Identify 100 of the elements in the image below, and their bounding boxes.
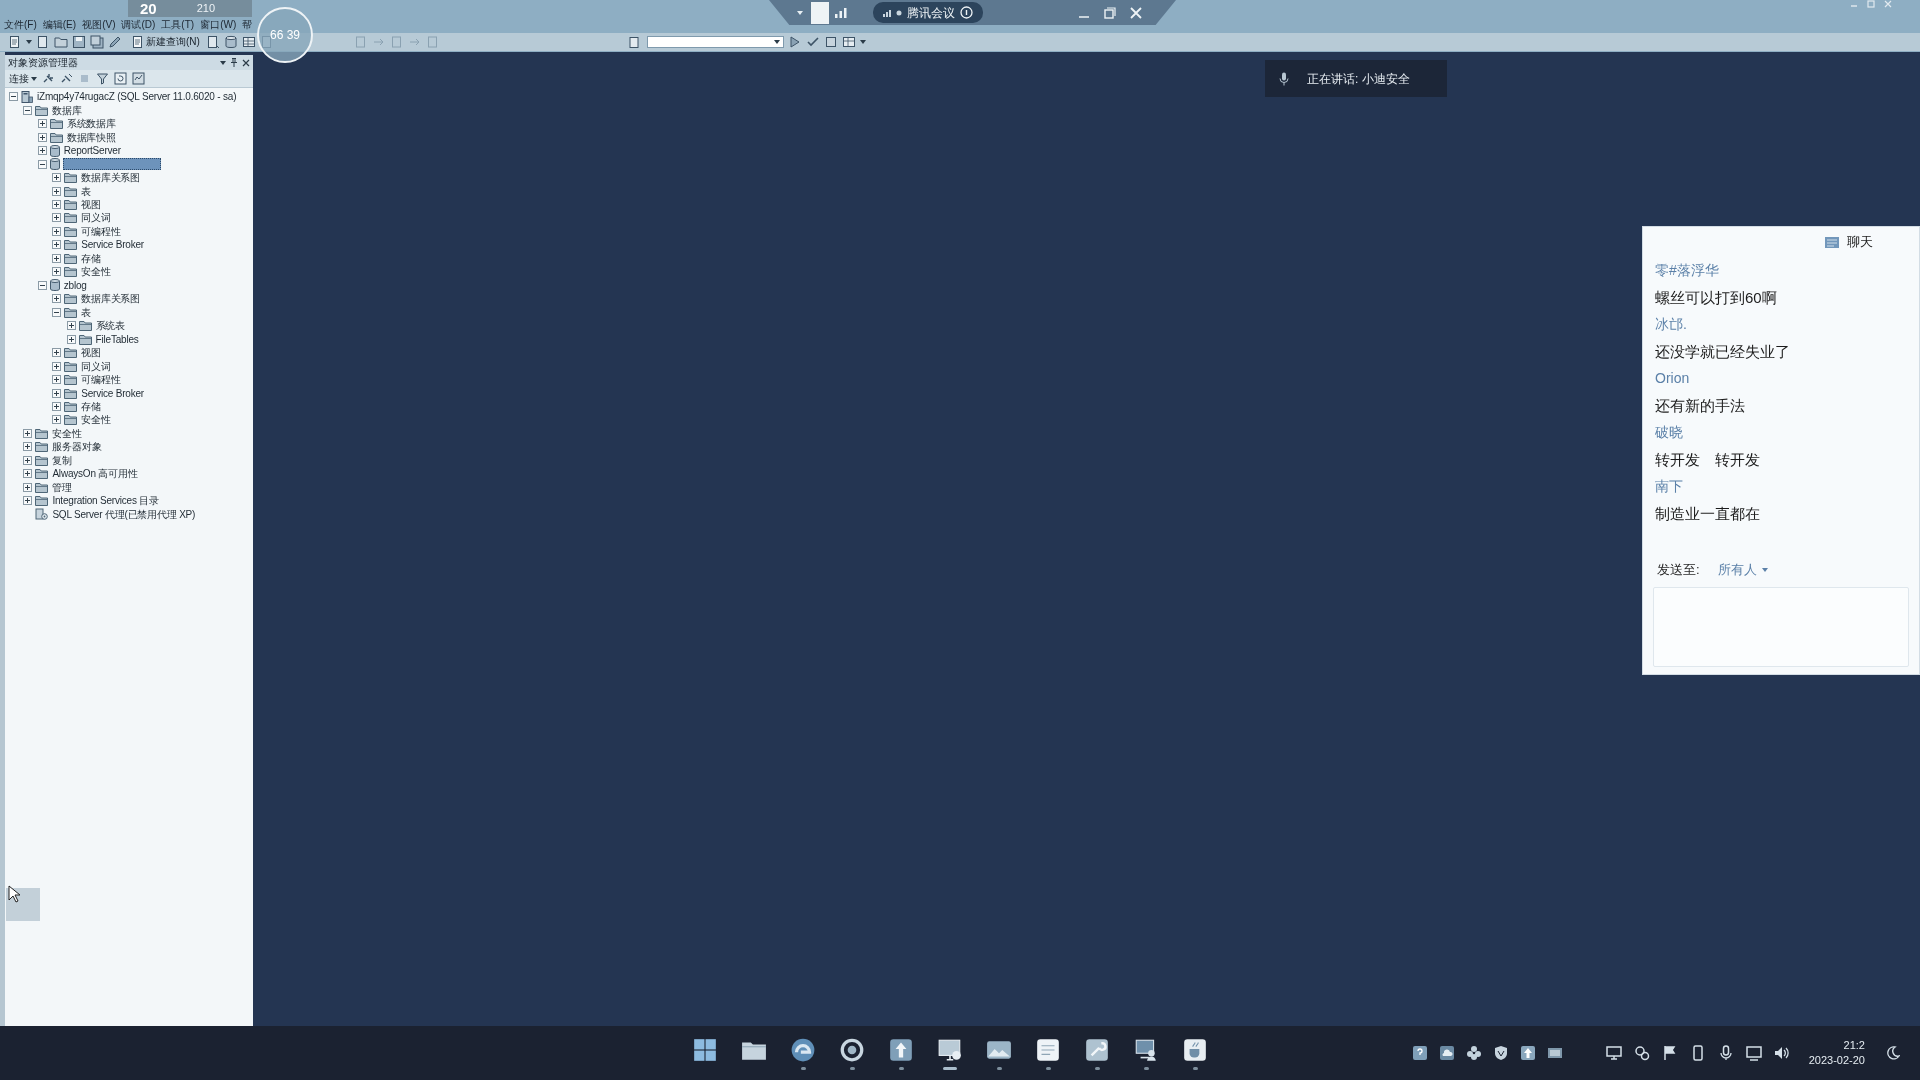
- tree-item[interactable]: AlwaysOn 高可用性: [51, 467, 139, 481]
- expand-icon[interactable]: [52, 402, 62, 411]
- database-dropdown[interactable]: [646, 36, 784, 48]
- menu-item[interactable]: 帮: [242, 18, 253, 31]
- expand-icon[interactable]: [52, 415, 62, 425]
- tree-item[interactable]: 存储: [80, 400, 102, 413]
- tree-item[interactable]: 视图: [80, 198, 102, 211]
- recipient-dropdown[interactable]: 所有人: [1717, 561, 1768, 578]
- arrow-tile-icon[interactable]: [1519, 1045, 1536, 1061]
- expand-icon[interactable]: [52, 267, 62, 277]
- grid-icon[interactable]: [841, 35, 856, 49]
- tree-item[interactable]: 视图: [80, 346, 102, 360]
- activity-icon[interactable]: [132, 72, 145, 85]
- cloud-tile-icon[interactable]: [1438, 1045, 1455, 1061]
- tree-item[interactable]: 复制: [51, 453, 73, 467]
- swirl-icon[interactable]: [790, 1036, 816, 1063]
- tree-item[interactable]: Service Broker: [80, 386, 145, 400]
- tree-item[interactable]: FileTables: [94, 332, 140, 346]
- expand-icon[interactable]: [37, 132, 47, 142]
- collapse-icon[interactable]: [37, 159, 47, 169]
- connect-button[interactable]: 连接: [9, 72, 37, 85]
- play-icon[interactable]: [787, 35, 802, 49]
- menu-item[interactable]: 编辑(E): [42, 18, 77, 31]
- expand-icon[interactable]: [23, 496, 33, 506]
- collapse-icon[interactable]: [23, 105, 33, 115]
- document-icon[interactable]: [36, 35, 50, 49]
- expand-icon[interactable]: [52, 388, 62, 398]
- tree-item[interactable]: 同义词: [80, 359, 112, 373]
- expand-icon[interactable]: [66, 334, 76, 344]
- tree-item[interactable]: 安全性: [80, 413, 112, 427]
- tree-item[interactable]: 表: [80, 305, 92, 319]
- speaker-icon[interactable]: [1773, 1045, 1790, 1061]
- menu-item[interactable]: 调试(D): [121, 18, 156, 31]
- expand-icon[interactable]: [52, 226, 62, 236]
- expand-icon[interactable]: [23, 469, 33, 479]
- unplug-icon[interactable]: [60, 72, 73, 85]
- folder-icon[interactable]: [54, 35, 68, 49]
- expand-icon[interactable]: [23, 482, 33, 492]
- help-tile-icon[interactable]: [1411, 1045, 1428, 1061]
- rectangle-icon[interactable]: [1546, 1045, 1563, 1061]
- filter-icon[interactable]: [96, 72, 109, 85]
- tree-item[interactable]: 可编程性: [80, 373, 122, 387]
- menu-item[interactable]: 窗口(W): [200, 18, 237, 31]
- refresh-icon[interactable]: [114, 72, 127, 85]
- menu-item[interactable]: 文件(F): [4, 18, 37, 31]
- arrow-tile-icon[interactable]: [888, 1036, 914, 1063]
- tree-item[interactable]: 表: [80, 184, 92, 198]
- tree-item[interactable]: 数据库快照: [65, 130, 117, 144]
- expand-icon[interactable]: [52, 186, 62, 196]
- tree-item[interactable]: 系统表: [94, 319, 126, 333]
- menu-item[interactable]: 工具(T): [161, 18, 195, 31]
- expand-icon[interactable]: [37, 119, 47, 129]
- grid-icon[interactable]: [241, 35, 256, 49]
- date-text[interactable]: 2023-02-20: [1808, 1053, 1865, 1068]
- save-all-icon[interactable]: [90, 35, 104, 49]
- pin-icon[interactable]: [230, 58, 238, 67]
- tree-item[interactable]: 安全性: [51, 426, 83, 440]
- expand-icon[interactable]: [23, 442, 33, 452]
- monitor-icon[interactable]: [1605, 1045, 1622, 1061]
- pencil-icon[interactable]: [108, 35, 122, 49]
- shield-icon[interactable]: [1492, 1045, 1509, 1061]
- expand-icon[interactable]: [66, 321, 76, 331]
- tree-item[interactable]: 同义词: [80, 211, 112, 225]
- expand-icon[interactable]: [37, 146, 47, 156]
- tree-item[interactable]: 系统数据库: [65, 117, 117, 131]
- document-icon[interactable]: [627, 35, 641, 49]
- windows-logo-icon[interactable]: [692, 1036, 718, 1063]
- microphone-icon[interactable]: [1717, 1045, 1734, 1061]
- cup-icon[interactable]: [1182, 1036, 1208, 1063]
- restore-icon[interactable]: [1104, 6, 1116, 19]
- expand-icon[interactable]: [52, 348, 62, 358]
- expand-icon[interactable]: [52, 173, 62, 183]
- moon-icon[interactable]: [1886, 1046, 1900, 1060]
- time-text[interactable]: 21:2: [1843, 1038, 1865, 1053]
- tree-item[interactable]: 数据库关系图: [80, 171, 141, 185]
- square-icon[interactable]: [823, 35, 838, 49]
- document-icon[interactable]: [205, 35, 220, 49]
- tree-item[interactable]: 管理: [51, 480, 73, 494]
- display-icon[interactable]: [1745, 1045, 1762, 1061]
- flower-icon[interactable]: [1465, 1045, 1482, 1061]
- tree-item[interactable]: 数据库: [51, 103, 83, 117]
- tree-item[interactable]: 可编程性: [80, 224, 122, 238]
- tree-item[interactable]: 数据库关系图: [80, 292, 141, 306]
- collapse-icon[interactable]: [37, 280, 47, 290]
- database-icon[interactable]: [223, 35, 238, 49]
- expand-icon[interactable]: [52, 213, 62, 223]
- collapse-icon[interactable]: [52, 307, 62, 317]
- expand-icon[interactable]: [23, 428, 33, 438]
- expand-icon[interactable]: [52, 375, 62, 385]
- note-icon[interactable]: [1035, 1036, 1061, 1063]
- plug-icon[interactable]: [42, 72, 55, 85]
- flag-icon[interactable]: [1661, 1045, 1678, 1061]
- expand-icon[interactable]: [52, 240, 62, 250]
- ring-icon[interactable]: [839, 1036, 865, 1063]
- document-icon[interactable]: [8, 35, 22, 49]
- message-input[interactable]: [1653, 587, 1909, 667]
- expand-icon[interactable]: [52, 361, 62, 371]
- tree-item[interactable]: SQL Server 代理(已禁用代理 XP): [51, 507, 197, 521]
- expand-icon[interactable]: [52, 253, 62, 263]
- tree-item[interactable]: Service Broker: [80, 238, 145, 252]
